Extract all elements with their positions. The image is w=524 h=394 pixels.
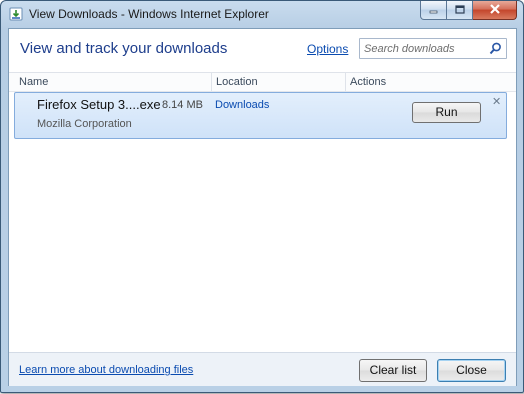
close-window-button[interactable] bbox=[473, 1, 517, 20]
ie-downloads-icon bbox=[9, 7, 23, 21]
close-button[interactable]: Close bbox=[437, 359, 506, 382]
column-name[interactable]: Name bbox=[19, 73, 48, 91]
dismiss-download-button[interactable]: ✕ bbox=[492, 95, 501, 108]
column-actions[interactable]: Actions bbox=[345, 73, 386, 91]
title-bar[interactable]: View Downloads - Windows Internet Explor… bbox=[1, 1, 523, 28]
download-publisher: Mozilla Corporation bbox=[37, 118, 132, 130]
column-location[interactable]: Location bbox=[211, 73, 258, 91]
download-item[interactable]: Firefox Setup 3....exe 8.14 MB Mozilla C… bbox=[14, 92, 507, 139]
options-link[interactable]: Options bbox=[307, 42, 348, 56]
download-size: 8.14 MB bbox=[162, 99, 203, 111]
window-controls bbox=[420, 1, 517, 20]
page-title: View and track your downloads bbox=[20, 40, 228, 57]
search-box[interactable] bbox=[359, 38, 507, 59]
search-icon[interactable] bbox=[489, 42, 502, 55]
run-button[interactable]: Run bbox=[412, 102, 481, 123]
learn-more-link[interactable]: Learn more about downloading files bbox=[19, 364, 193, 376]
downloads-panel: View and track your downloads Options Na… bbox=[8, 28, 517, 386]
downloads-window: View Downloads - Windows Internet Explor… bbox=[0, 0, 524, 393]
minimize-icon bbox=[429, 1, 439, 19]
close-icon bbox=[489, 1, 501, 19]
search-input[interactable] bbox=[360, 39, 490, 58]
panel-header: View and track your downloads Options bbox=[9, 29, 516, 73]
column-headers: Name Location Actions bbox=[9, 72, 516, 92]
maximize-button[interactable] bbox=[447, 1, 473, 20]
maximize-icon bbox=[454, 1, 465, 19]
download-filename: Firefox Setup 3....exe bbox=[37, 97, 161, 112]
download-location-link[interactable]: Downloads bbox=[215, 99, 269, 111]
clear-list-button[interactable]: Clear list bbox=[359, 359, 427, 382]
panel-footer: Learn more about downloading files Clear… bbox=[9, 352, 516, 386]
window-title: View Downloads - Windows Internet Explor… bbox=[29, 7, 269, 21]
minimize-button[interactable] bbox=[420, 1, 447, 20]
